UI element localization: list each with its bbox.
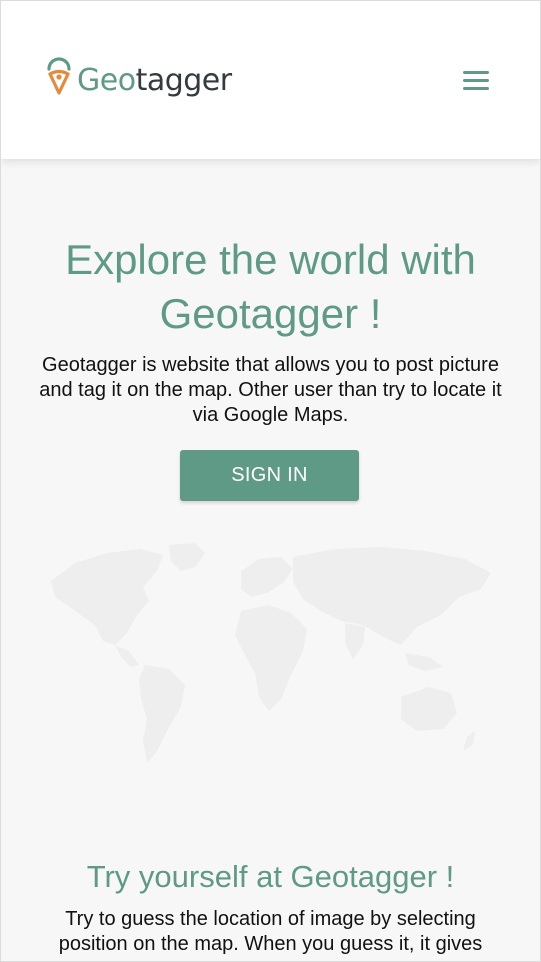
section-title: Try yourself at Geotagger ! [86, 859, 455, 894]
map-central-america [115, 645, 139, 667]
page: Geotagger Explore the world with Geotagg… [0, 0, 541, 962]
hero-description: Geotagger is website that allows you to … [39, 354, 502, 426]
location-pin-icon [47, 57, 71, 95]
menu-bar [463, 71, 489, 74]
map-australia [401, 687, 457, 731]
logo-text: Geotagger [77, 66, 232, 96]
menu-bar [463, 87, 489, 90]
map-asia [293, 547, 491, 645]
logo-text-tagger: tagger [135, 63, 233, 98]
map-africa [235, 605, 307, 711]
map-new-zealand [463, 731, 475, 751]
map-india [345, 623, 365, 659]
logo[interactable]: Geotagger [45, 57, 232, 97]
logo-text-geo: Geo [77, 63, 136, 98]
hero-title: Explore the world with Geotagger ! [65, 236, 476, 337]
hamburger-menu-icon[interactable] [459, 67, 493, 95]
map-south-america [139, 665, 185, 763]
map-greenland [169, 543, 205, 571]
map-europe [241, 557, 293, 597]
menu-bar [463, 79, 489, 82]
top-navbar: Geotagger [1, 1, 540, 159]
world-map-illustration [51, 543, 491, 763]
section-description: Try to guess the location of image by se… [58, 908, 483, 955]
map-southeast-asia [405, 653, 443, 671]
map-north-america [51, 549, 163, 645]
sign-in-button[interactable]: SIGN IN [180, 450, 359, 501]
